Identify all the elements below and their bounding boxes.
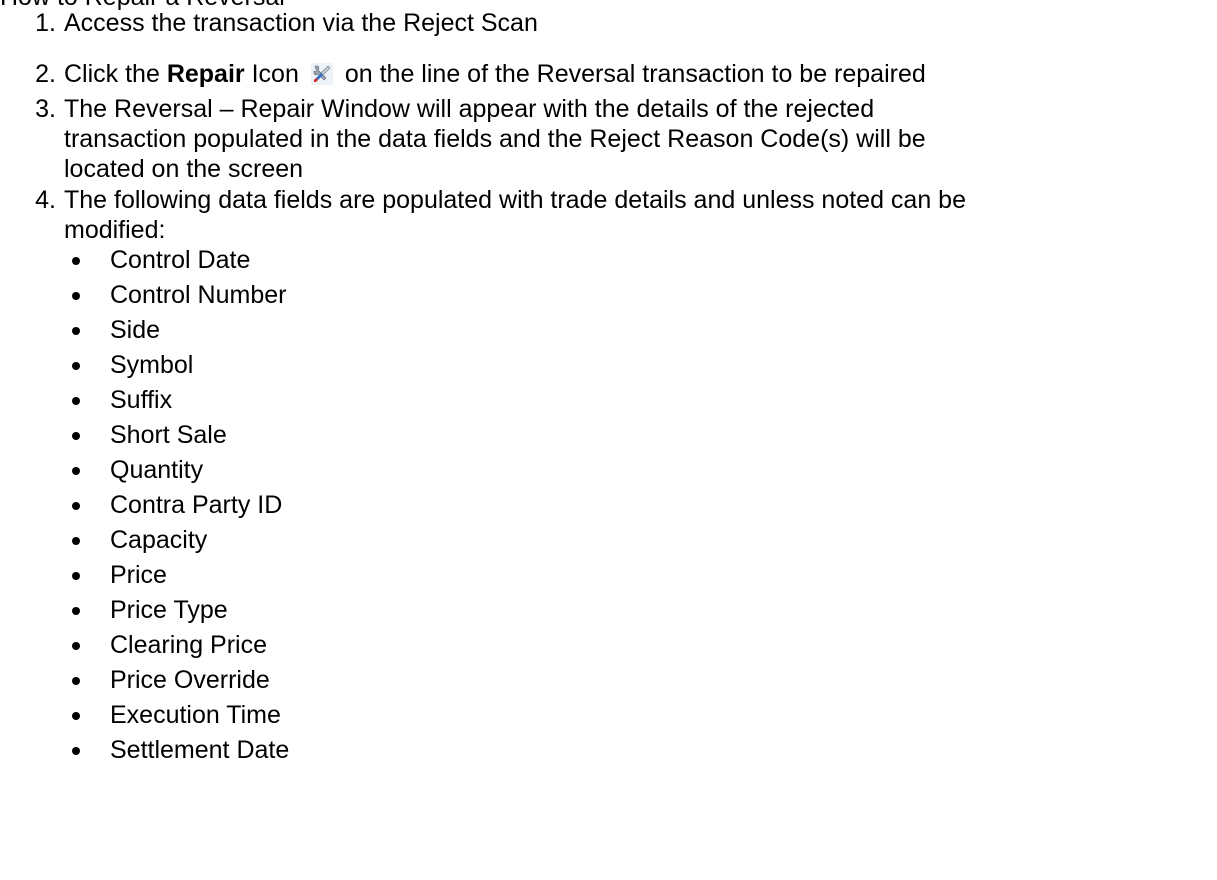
field-name: Price Override (110, 666, 270, 694)
field-name: Clearing Price (110, 631, 268, 659)
step-text-line-2: modified: (64, 216, 166, 244)
bullet-dot (72, 537, 80, 545)
step-text-suffix: on the line of the Reversal transaction … (344, 60, 926, 88)
bullet-dot (72, 502, 80, 510)
bullet-dot (72, 467, 80, 475)
field-name: Symbol (110, 351, 194, 379)
bullet-dot (72, 397, 80, 405)
bullet-dot (72, 712, 80, 720)
step-text-prefix: Click the (64, 60, 160, 88)
field-name: Control Date (110, 246, 251, 274)
bullet-dot (72, 327, 80, 335)
step-number: 1. (35, 9, 56, 37)
bullet-dot (72, 607, 80, 615)
step-text-line-2: transaction populated in the data fields… (64, 125, 926, 153)
step-number: 3. (35, 95, 56, 123)
step-text-line: Click the Repair Icon on the line of the… (64, 59, 1214, 89)
field-name: Contra Party ID (110, 491, 283, 519)
step-text-line-1: The Reversal – Repair Window will appear… (64, 95, 875, 123)
bullet-dot (72, 292, 80, 300)
bullet-dot (72, 362, 80, 370)
document-page: How to Repair a Reversal 1. Access the t… (0, 0, 1217, 880)
step-number: 4. (35, 186, 56, 214)
field-name: Execution Time (110, 701, 281, 729)
bullet-dot (72, 432, 80, 440)
step-number: 2. (35, 60, 56, 88)
field-name: Side (110, 316, 161, 344)
bullet-dot (72, 572, 80, 580)
field-name: Settlement Date (110, 736, 290, 764)
field-name: Price (110, 561, 167, 589)
field-name: Capacity (110, 526, 208, 554)
field-name: Control Number (110, 281, 287, 309)
bullet-dot (72, 677, 80, 685)
field-name: Suffix (110, 386, 173, 414)
bullet-dot (72, 747, 80, 755)
step-text-line-3: located on the screen (64, 155, 304, 183)
step-text: Access the transaction via the Reject Sc… (64, 9, 538, 37)
field-name: Price Type (110, 596, 228, 624)
step-text-line-1: The following data fields are populated … (64, 186, 966, 214)
bullet-dot (72, 257, 80, 265)
repair-tools-icon (310, 62, 333, 85)
field-name: Short Sale (110, 421, 227, 449)
field-name: Quantity (110, 456, 204, 484)
bullet-dot (72, 642, 80, 650)
step-text-icon-word: Icon (251, 60, 299, 88)
repair-label-bold: Repair (166, 60, 245, 88)
